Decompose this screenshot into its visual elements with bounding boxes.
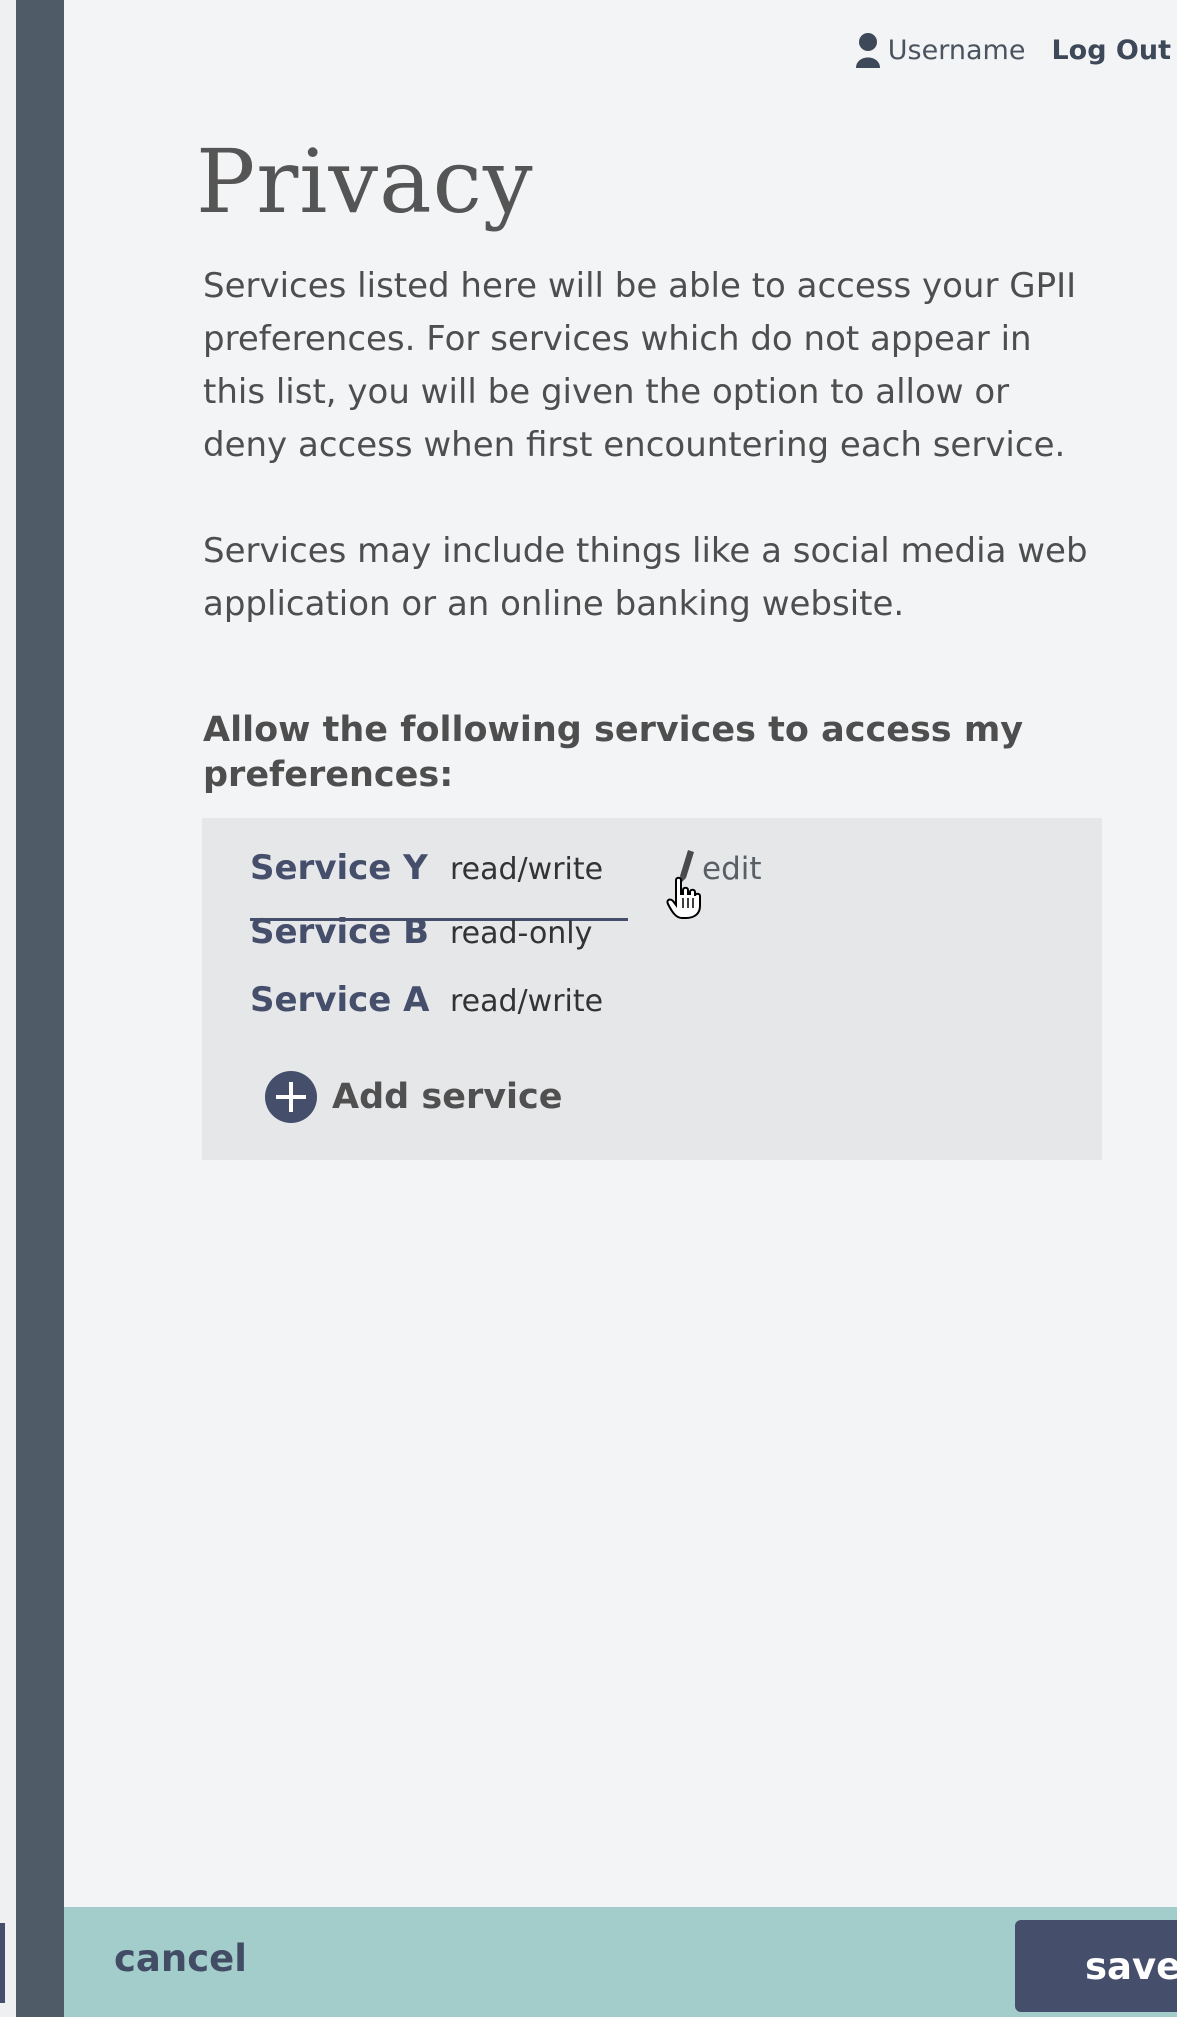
logout-link[interactable]: Log Out [1051,35,1171,66]
service-row-y: Service Y read/write edit [250,848,762,921]
service-row-b: Service B read-only [250,912,592,952]
username-label: Username [887,34,1026,66]
service-name-link[interactable]: Service B [250,912,450,952]
page-title: Privacy [196,130,534,233]
service-row-a: Service A read/write [250,980,603,1020]
left-sidebar-bar [16,0,64,2017]
service-permission: read-only [450,916,593,951]
edit-label: edit [702,851,762,887]
service-permission: read/write [450,852,604,887]
user-bar: Username Log Out [854,30,1171,70]
footer-left-edge [0,1923,5,2003]
service-name-link[interactable]: Service A [250,980,450,1020]
service-name-link[interactable]: Service Y [250,848,450,888]
service-permission: read/write [450,984,604,1019]
hand-cursor-icon [666,876,702,920]
footer-bar: cancel save [64,1907,1177,2017]
add-service-button[interactable]: Add service [264,1070,563,1124]
intro-paragraph-2: Services may include things like a socia… [203,531,1088,624]
add-service-label: Add service [332,1077,563,1117]
cancel-button[interactable]: cancel [114,1937,247,1980]
services-list: Service Y read/write edit Service B read… [202,818,1102,1160]
left-edge-strip [0,0,16,2017]
plus-circle-icon [264,1070,318,1124]
user-icon [854,30,882,70]
allow-services-heading: Allow the following services to access m… [203,710,1024,795]
privacy-page: Username Log Out Privacy Services listed… [0,0,1177,2017]
save-button[interactable]: save [1015,1920,1177,2012]
intro-paragraph-1: Services listed here will be able to acc… [203,266,1077,465]
intro-text: Services listed here will be able to acc… [203,260,1103,631]
